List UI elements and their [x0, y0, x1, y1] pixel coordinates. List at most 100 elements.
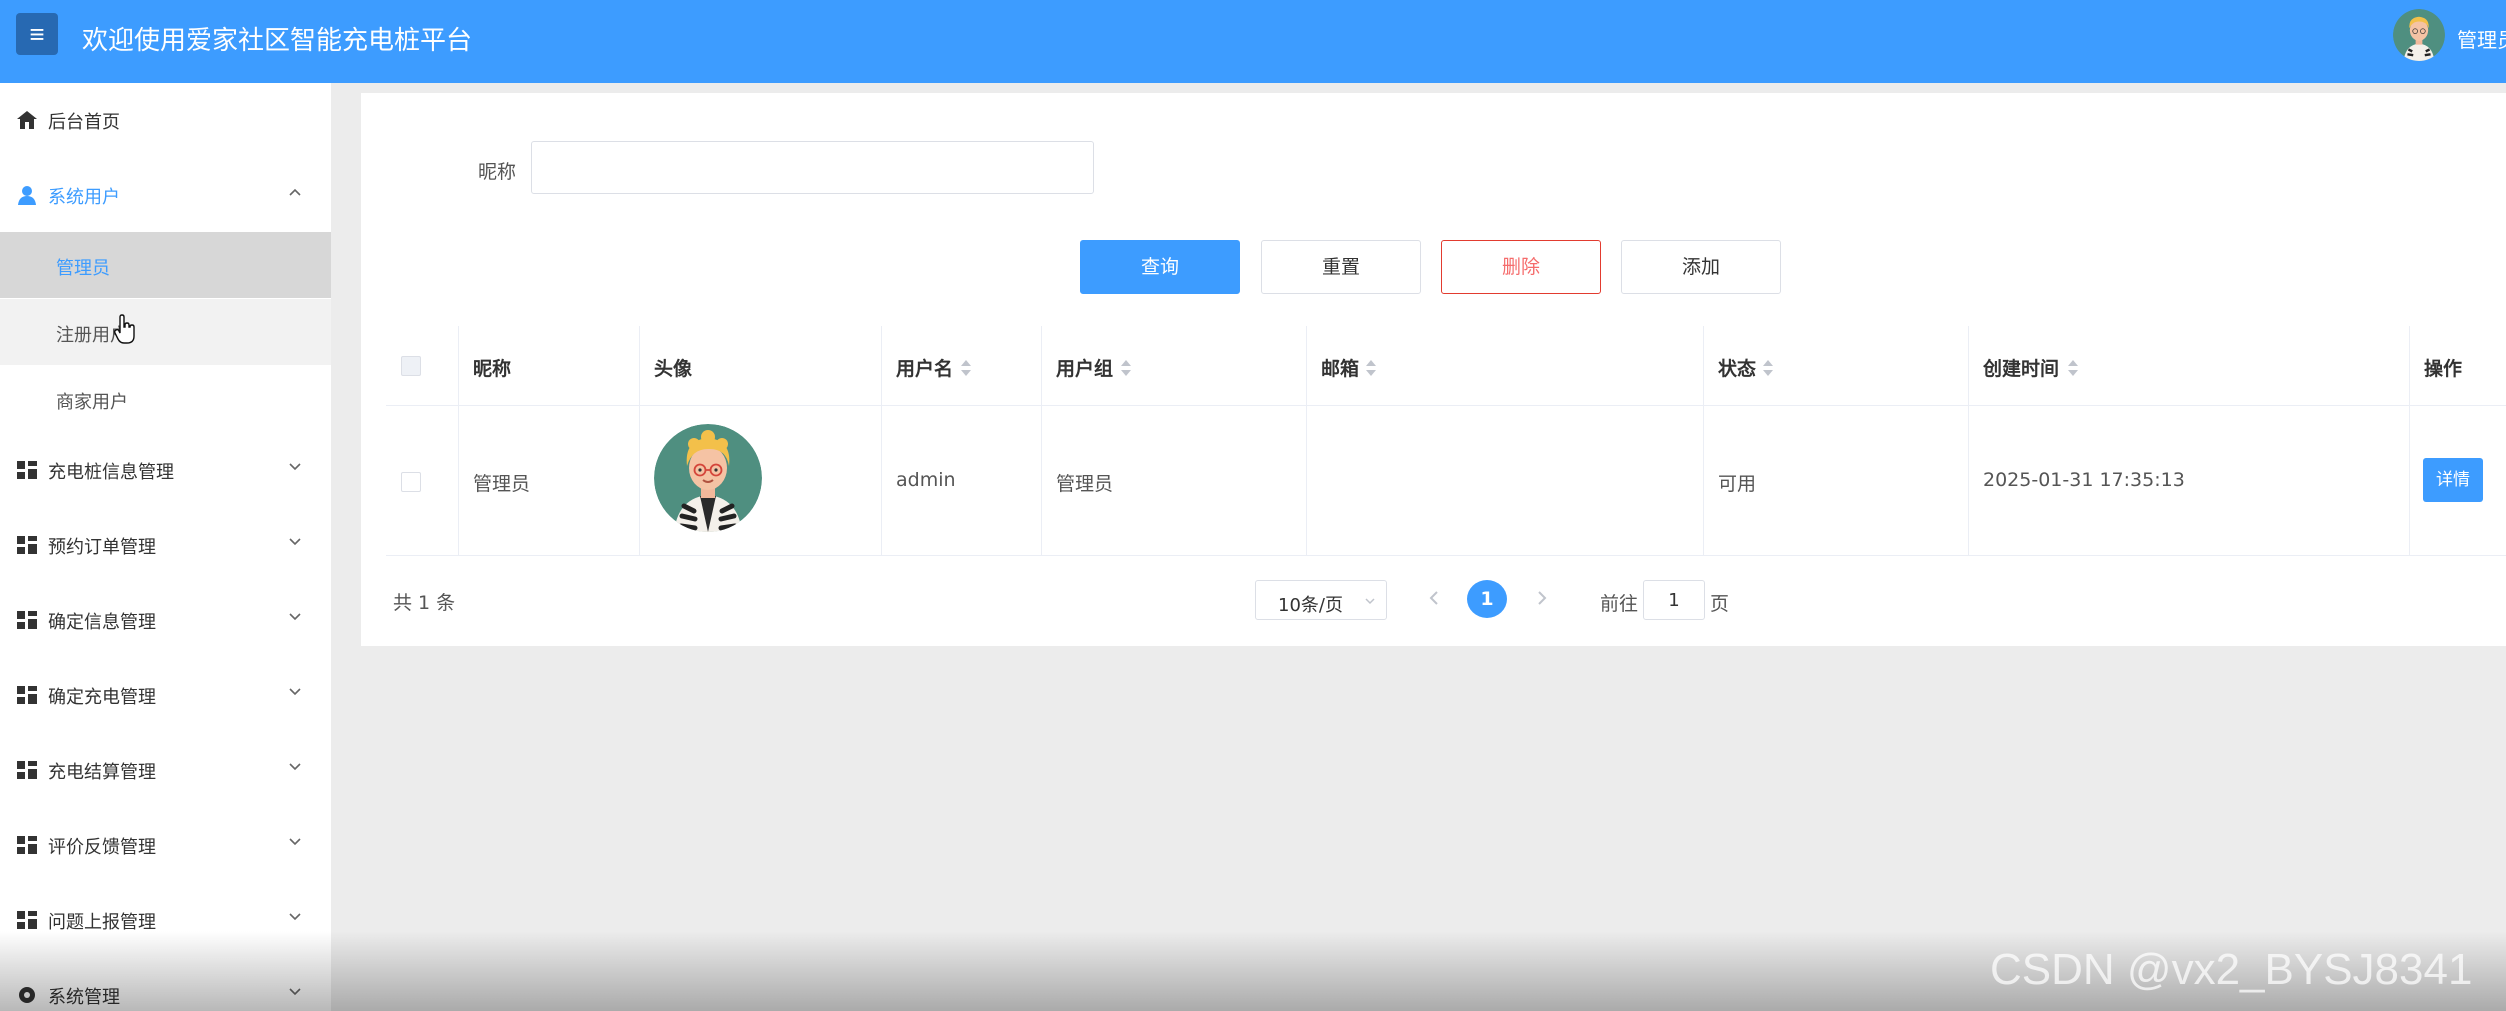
table-cell-group: 管理员 [1042, 406, 1307, 556]
delete-button[interactable]: 删除 [1441, 240, 1601, 294]
sidebar-item-label: 充电结算管理 [48, 762, 156, 783]
sidebar-item-home[interactable]: 后台首页 [0, 87, 331, 153]
sidebar-item-label: 确定充电管理 [48, 687, 156, 708]
select-all-checkbox[interactable] [401, 356, 421, 376]
detail-button[interactable]: 详情 [2423, 458, 2483, 502]
sidebar-item-charger-info[interactable]: 充电桩信息管理 [0, 437, 331, 503]
sort-icon[interactable] [2067, 359, 2079, 377]
header-text: 状态 [1718, 358, 1757, 380]
reset-button[interactable]: 重置 [1261, 240, 1421, 294]
grid-icon [17, 686, 37, 704]
sort-icon[interactable] [1120, 359, 1132, 377]
next-page-icon[interactable] [1534, 586, 1550, 610]
goto-page-input[interactable] [1643, 580, 1705, 620]
table-cell-created: 2025-01-31 17:35:13 [1969, 406, 2410, 556]
sidebar-subitem-admin[interactable]: 管理员 [0, 232, 331, 298]
sort-icon[interactable] [1365, 359, 1377, 377]
sidebar-item-label: 充电桩信息管理 [48, 462, 174, 483]
header-text: 创建时间 [1983, 358, 2060, 380]
sidebar-item-label: 问题上报管理 [48, 912, 156, 933]
page-size-select[interactable]: 10条/页 [1255, 580, 1387, 620]
sidebar-item-label: 评价反馈管理 [48, 837, 156, 858]
sidebar-item-confirm-info[interactable]: 确定信息管理 [0, 587, 331, 653]
table-cell-avatar [640, 406, 882, 556]
grid-icon [17, 536, 37, 554]
chevron-down-icon [289, 538, 301, 546]
sidebar-subitem-merchant[interactable]: 商家用户 [0, 366, 331, 432]
row-select-checkbox[interactable] [401, 472, 421, 492]
table-cell-status: 可用 [1704, 406, 1969, 556]
add-button[interactable]: 添加 [1621, 240, 1781, 294]
chevron-down-icon [289, 463, 301, 471]
sort-icon[interactable] [1762, 359, 1774, 377]
chevron-down-icon [289, 763, 301, 771]
top-header: ≡ 欢迎使用爱家社区智能充电桩平台 管理员 [0, 0, 2506, 83]
user-name-label[interactable]: 管理员 [2457, 24, 2506, 53]
sidebar-item-feedback[interactable]: 评价反馈管理 [0, 812, 331, 878]
table-cell-action: 详情 [2410, 406, 2506, 556]
sidebar-item-label: 系统管理 [48, 987, 120, 1008]
avatar [654, 424, 762, 532]
hamburger-icon: ≡ [29, 19, 45, 49]
table-cell-username: admin [882, 406, 1042, 556]
table-header-avatar: 头像 [640, 326, 882, 406]
user-avatar[interactable] [2393, 9, 2445, 61]
menu-toggle-button[interactable]: ≡ [16, 13, 58, 55]
sidebar-subitem-label: 商家用户 [56, 392, 128, 413]
sidebar-item-label: 后台首页 [48, 112, 120, 133]
header-text: 昵称 [473, 358, 512, 380]
header-text: 操作 [2424, 358, 2463, 380]
user-icon [18, 186, 36, 205]
sidebar-item-confirm-charging[interactable]: 确定充电管理 [0, 662, 331, 728]
grid-icon [17, 461, 37, 479]
table-header-status[interactable]: 状态 [1704, 326, 1969, 406]
table-header-nickname: 昵称 [459, 326, 640, 406]
header-text: 头像 [654, 358, 693, 380]
chevron-up-icon [289, 188, 301, 196]
watermark: CSDN @vx2_BYSJ8341 [1990, 945, 2473, 994]
sidebar-item-label: 系统用户 [48, 187, 120, 208]
nickname-search-input[interactable] [531, 141, 1094, 194]
page-number-current[interactable]: 1 [1467, 580, 1507, 618]
table-header-email[interactable]: 邮箱 [1307, 326, 1704, 406]
cell-text: 管理员 [1056, 473, 1114, 495]
nickname-search-label: 昵称 [478, 161, 517, 183]
home-icon [17, 111, 37, 129]
users-table: 昵称 头像 用户名 用户组 邮箱 状态 创建时间 操作 管理员 admin 管理… [386, 326, 2506, 556]
chevron-down-icon [289, 688, 301, 696]
chevron-down-icon [289, 613, 301, 621]
sidebar-subitem-label: 管理员 [56, 258, 110, 279]
table-header-username[interactable]: 用户名 [882, 326, 1042, 406]
sidebar-item-label: 确定信息管理 [48, 612, 156, 633]
sidebar-item-booking-orders[interactable]: 预约订单管理 [0, 512, 331, 578]
query-button[interactable]: 查询 [1080, 240, 1240, 294]
hand-cursor-icon [113, 314, 135, 344]
grid-icon [17, 611, 37, 629]
table-header-created[interactable]: 创建时间 [1969, 326, 2410, 406]
goto-suffix: 页 [1710, 593, 1730, 615]
sidebar-item-system-users[interactable]: 系统用户 [0, 162, 331, 228]
header-text: 用户名 [896, 358, 954, 380]
grid-icon [17, 836, 37, 854]
table-cell-nickname: 管理员 [459, 406, 640, 556]
table-header-select [386, 326, 459, 406]
total-count: 共 1 条 [393, 592, 456, 614]
sidebar: 后台首页 系统用户 管理员 注册用户 商家用户 充电桩信息管理 预约订单管理 确… [0, 83, 331, 1011]
table-cell-select [386, 406, 459, 556]
gear-icon [19, 987, 35, 1003]
sidebar-item-system-admin[interactable]: 系统管理 [0, 962, 331, 1011]
sort-icon[interactable] [960, 359, 972, 377]
sidebar-subitem-registered[interactable]: 注册用户 [0, 299, 331, 365]
cell-text: 管理员 [473, 473, 531, 495]
cell-text: admin [896, 469, 956, 491]
sidebar-item-issue-report[interactable]: 问题上报管理 [0, 887, 331, 953]
grid-icon [17, 911, 37, 929]
prev-page-icon[interactable] [1426, 586, 1442, 610]
sidebar-item-label: 预约订单管理 [48, 537, 156, 558]
goto-label: 前往 [1600, 593, 1639, 615]
table-header-group[interactable]: 用户组 [1042, 326, 1307, 406]
grid-icon [17, 761, 37, 779]
chevron-down-icon [289, 988, 301, 996]
sidebar-item-settlement[interactable]: 充电结算管理 [0, 737, 331, 803]
table-cell-email [1307, 406, 1704, 556]
